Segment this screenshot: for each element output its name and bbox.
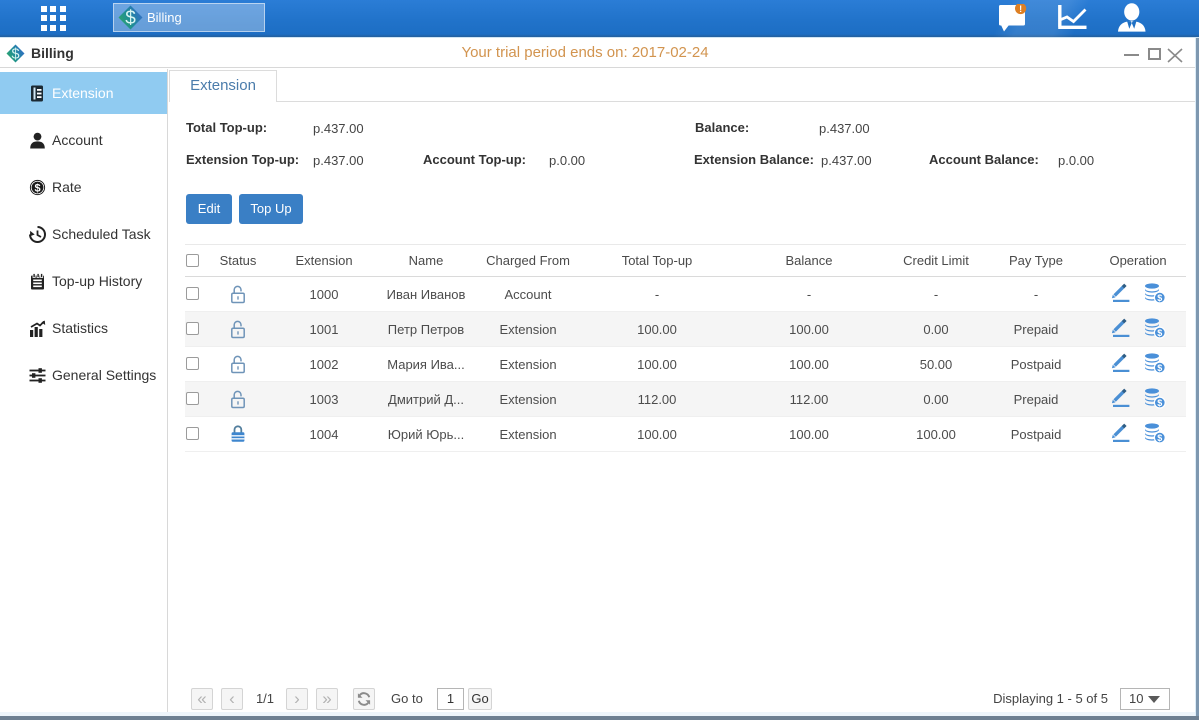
svg-text:$: $ (125, 8, 136, 29)
svg-text:$: $ (1157, 433, 1162, 443)
svg-text:$: $ (1157, 293, 1162, 303)
svg-text:$: $ (34, 183, 40, 195)
svg-text:$: $ (1157, 328, 1162, 338)
svg-text:$: $ (1157, 398, 1162, 408)
svg-text:!: ! (1019, 4, 1022, 14)
svg-text:$: $ (1157, 363, 1162, 373)
